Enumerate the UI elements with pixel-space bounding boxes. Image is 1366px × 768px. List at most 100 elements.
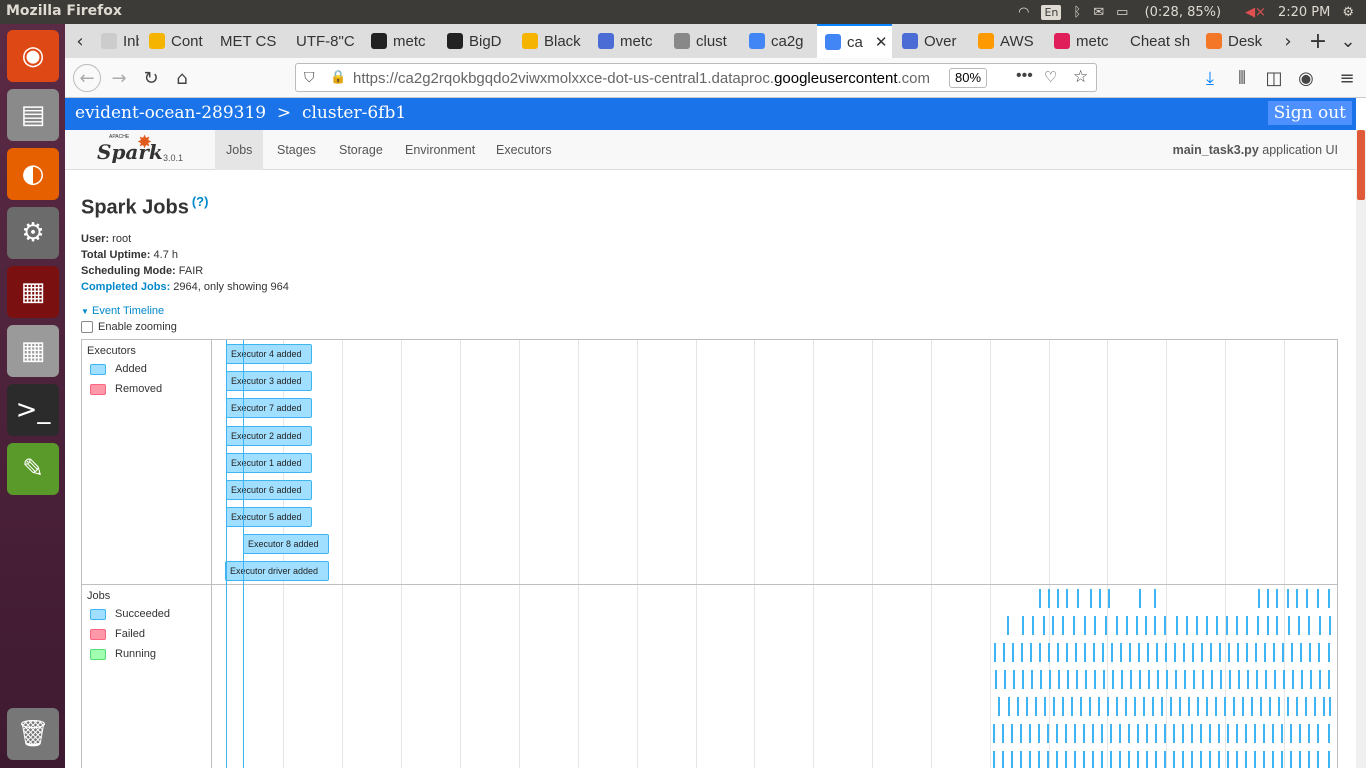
job-bar[interactable]	[1245, 751, 1247, 768]
job-bar[interactable]	[1182, 751, 1184, 768]
job-bar[interactable]	[1251, 697, 1253, 716]
event-timeline[interactable]: Executors Jobs Added Removed Succeeded Fail…	[81, 339, 1338, 768]
clock[interactable]: 2:20 PM	[1278, 5, 1330, 20]
job-bar[interactable]	[1291, 643, 1293, 662]
job-bar[interactable]	[1092, 724, 1094, 743]
job-bar[interactable]	[1130, 670, 1132, 689]
job-bar[interactable]	[1319, 670, 1321, 689]
job-bar[interactable]	[1154, 616, 1156, 635]
job-bar[interactable]	[1173, 724, 1175, 743]
job-bar[interactable]	[1139, 589, 1141, 608]
job-bar[interactable]	[1155, 724, 1157, 743]
job-bar[interactable]	[1272, 724, 1274, 743]
job-bar[interactable]	[1273, 643, 1275, 662]
job-bar[interactable]	[1164, 616, 1166, 635]
job-bar[interactable]	[1012, 643, 1014, 662]
job-bar[interactable]	[1328, 643, 1330, 662]
job-bar[interactable]	[1011, 724, 1013, 743]
job-bar[interactable]	[1200, 724, 1202, 743]
job-bar[interactable]	[1029, 751, 1031, 768]
sidebar-icon[interactable]: ◫	[1262, 66, 1286, 90]
new-tab-icon[interactable]: +	[1303, 24, 1333, 58]
close-tab-icon[interactable]: ✕	[875, 33, 888, 51]
page-scrollbar-thumb[interactable]	[1357, 130, 1365, 200]
job-bar[interactable]	[1209, 724, 1211, 743]
job-bar[interactable]	[1125, 697, 1127, 716]
job-bar[interactable]	[1184, 670, 1186, 689]
job-bar[interactable]	[1233, 697, 1235, 716]
job-bar[interactable]	[1090, 589, 1092, 608]
job-bar[interactable]	[1134, 697, 1136, 716]
power-gear-icon[interactable]: ⚙	[1342, 5, 1354, 20]
job-bar[interactable]	[1264, 643, 1266, 662]
job-bar[interactable]	[1116, 616, 1118, 635]
job-bar[interactable]	[1236, 724, 1238, 743]
job-bar[interactable]	[1267, 589, 1269, 608]
job-bar[interactable]	[1147, 643, 1149, 662]
job-bar[interactable]	[1013, 670, 1015, 689]
mail-icon[interactable]: ✉	[1093, 5, 1104, 20]
job-bar[interactable]	[1258, 589, 1260, 608]
job-bar[interactable]	[1065, 751, 1067, 768]
job-bar[interactable]	[1136, 616, 1138, 635]
firefox-icon[interactable]: ◐	[7, 148, 59, 200]
job-bar[interactable]	[1227, 724, 1229, 743]
job-bar[interactable]	[1119, 751, 1121, 768]
job-bar[interactable]	[1210, 643, 1212, 662]
executor-added-event[interactable]: Executor 1 added	[226, 453, 312, 473]
job-bar[interactable]	[1029, 724, 1031, 743]
event-timeline-toggle[interactable]: ▼ Event Timeline	[81, 305, 164, 317]
job-bar[interactable]	[1112, 670, 1114, 689]
job-bar[interactable]	[995, 670, 997, 689]
url-bar[interactable]: ⛉ 🔒 https://ca2g2rqokbgqdo2viwxmolxxce-d…	[295, 63, 1097, 92]
job-bar[interactable]	[1098, 697, 1100, 716]
enable-zooming-row[interactable]: Enable zooming	[81, 321, 177, 333]
job-bar[interactable]	[1038, 724, 1040, 743]
job-bar[interactable]	[1039, 589, 1041, 608]
job-bar[interactable]	[1089, 697, 1091, 716]
job-bar[interactable]	[1274, 670, 1276, 689]
job-bar[interactable]	[1175, 670, 1177, 689]
job-bar[interactable]	[1164, 724, 1166, 743]
job-bar[interactable]	[1065, 724, 1067, 743]
job-bar[interactable]	[1103, 670, 1105, 689]
job-bar[interactable]	[1094, 616, 1096, 635]
job-bar[interactable]	[1224, 697, 1226, 716]
job-bar[interactable]	[1137, 751, 1139, 768]
menu-icon[interactable]: ≡	[1335, 66, 1359, 90]
job-bar[interactable]	[1066, 643, 1068, 662]
job-bar[interactable]	[1085, 670, 1087, 689]
job-bar[interactable]	[1310, 670, 1312, 689]
volume-muted-icon[interactable]: ◀×	[1245, 5, 1266, 20]
text-editor-icon[interactable]: ✎	[7, 443, 59, 495]
job-bar[interactable]	[1049, 670, 1051, 689]
browser-tab[interactable]: metc	[590, 24, 664, 58]
browser-tab[interactable]: Over	[894, 24, 968, 58]
job-bar[interactable]	[1008, 697, 1010, 716]
job-bar[interactable]	[1076, 670, 1078, 689]
job-bar[interactable]	[1020, 724, 1022, 743]
job-bar[interactable]	[1191, 724, 1193, 743]
executor-added-event[interactable]: Executor 5 added	[226, 507, 312, 527]
browser-tab[interactable]: ca2g	[741, 24, 815, 58]
job-bar[interactable]	[1299, 751, 1301, 768]
help-link[interactable]: (?)	[192, 194, 209, 209]
executor-added-event[interactable]: Executor 4 added	[226, 344, 312, 364]
job-bar[interactable]	[1083, 724, 1085, 743]
sign-out-button[interactable]: Sign out	[1267, 101, 1352, 125]
job-bar[interactable]	[1058, 670, 1060, 689]
job-bar[interactable]	[1257, 616, 1259, 635]
job-bar[interactable]	[1272, 751, 1274, 768]
job-bar[interactable]	[1093, 643, 1095, 662]
job-bar[interactable]	[1329, 616, 1331, 635]
url-text[interactable]: https://ca2g2rqokbgqdo2viwxmolxxce-dot-u…	[353, 70, 943, 87]
job-bar[interactable]	[1265, 670, 1267, 689]
file-manager-icon[interactable]: ▤	[7, 89, 59, 141]
job-bar[interactable]	[1102, 643, 1104, 662]
job-bar[interactable]	[1048, 589, 1050, 608]
job-bar[interactable]	[1170, 697, 1172, 716]
job-bar[interactable]	[1157, 670, 1159, 689]
job-bar[interactable]	[1201, 643, 1203, 662]
tab-executors[interactable]: Executors	[485, 130, 563, 170]
job-bar[interactable]	[1053, 697, 1055, 716]
